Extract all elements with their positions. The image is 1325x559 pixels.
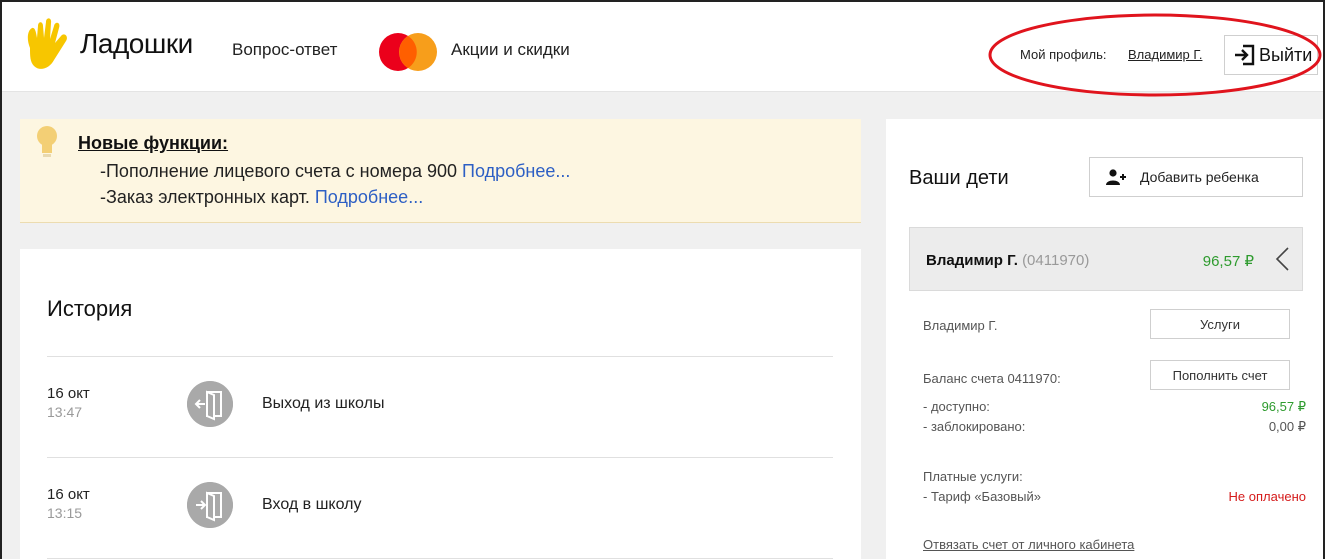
history-panel: История 16 окт 13:47 Выход из школы 16 о…	[20, 249, 861, 559]
paid-services-label: Платные услуги:	[923, 469, 1023, 484]
hand-logo-icon[interactable]	[24, 18, 70, 74]
event-label: Вход в школу	[262, 496, 362, 513]
tariff-status: Не оплачено	[1228, 489, 1306, 504]
profile-label: Мой профиль:	[1020, 47, 1107, 62]
kids-panel: Ваши дети Добавить ребенка Владимир Г. (…	[886, 119, 1323, 559]
school-exit-icon	[187, 381, 233, 427]
top-header: Ладошки Вопрос-ответ Акции и скидки Мой …	[2, 2, 1323, 97]
event-time: 13:47	[47, 404, 83, 420]
tariff-label: - Тариф «Базовый»	[923, 489, 1041, 504]
notice-line-phone-topup: -Пополнение лицевого счета с номера 900 …	[100, 161, 570, 182]
user-plus-icon	[1106, 169, 1126, 185]
notice-line-text: -Заказ электронных карт.	[100, 187, 310, 207]
lightbulb-icon	[37, 126, 57, 157]
services-button[interactable]: Услуги	[1150, 309, 1290, 339]
available-value: 96,57 ₽	[1261, 399, 1306, 414]
logout-label: Выйти	[1259, 44, 1313, 65]
mastercard-logo-icon[interactable]	[376, 32, 440, 72]
chevron-left-icon[interactable]	[1274, 246, 1290, 272]
child-name: Владимир Г. (0411970)	[926, 252, 1089, 269]
app-window: Ладошки Вопрос-ответ Акции и скидки Мой …	[0, 0, 1325, 559]
notice-line-cards-order: -Заказ электронных карт. Подробнее...	[100, 187, 423, 208]
notice-title: Новые функции:	[78, 133, 229, 153]
blocked-label: - заблокировано:	[923, 419, 1026, 434]
child-account-id: (0411970)	[1022, 252, 1090, 269]
school-enter-icon	[187, 482, 233, 528]
new-features-notice: Новые функции: -Пополнение лицевого счет…	[20, 119, 861, 223]
balance-label: Баланс счета 0411970:	[923, 371, 1061, 386]
event-date: 16 окт	[47, 486, 90, 503]
brand-name[interactable]: Ладошки	[80, 28, 193, 60]
sign-in-icon	[1235, 44, 1255, 66]
blocked-value: 0,00 ₽	[1268, 419, 1306, 434]
event-time: 13:15	[47, 505, 83, 521]
child-account-header[interactable]: Владимир Г. (0411970) 96,57 ₽	[909, 227, 1303, 291]
history-title: История	[47, 296, 133, 321]
nav-link-promo[interactable]: Акции и скидки	[451, 40, 570, 60]
add-child-button[interactable]: Добавить ребенка	[1089, 157, 1303, 197]
child-name-text: Владимир Г.	[926, 252, 1018, 269]
event-label: Выход из школы	[262, 395, 385, 412]
unlink-account-link[interactable]: Отвязать счет от личного кабинета	[923, 537, 1134, 552]
notice-line-text: -Пополнение лицевого счета с номера 900	[100, 161, 458, 181]
topup-button[interactable]: Пополнить счет	[1150, 360, 1290, 390]
available-label: - доступно:	[923, 399, 990, 414]
child-balance: 96,57 ₽	[1202, 253, 1254, 270]
nav-link-faq[interactable]: Вопрос-ответ	[232, 40, 337, 60]
history-row[interactable]: 16 окт 13:47 Выход из школы	[47, 357, 833, 457]
kids-title: Ваши дети	[909, 167, 1009, 189]
child-short-name: Владимир Г.	[923, 318, 998, 333]
more-info-link[interactable]: Подробнее...	[462, 161, 570, 181]
event-date: 16 окт	[47, 385, 90, 402]
add-child-label: Добавить ребенка	[1140, 169, 1259, 185]
history-row[interactable]: 16 окт 13:15 Вход в школу	[47, 458, 833, 558]
profile-name-link[interactable]: Владимир Г.	[1128, 47, 1202, 62]
logout-button[interactable]: Выйти	[1224, 35, 1318, 75]
more-info-link[interactable]: Подробнее...	[315, 187, 423, 207]
